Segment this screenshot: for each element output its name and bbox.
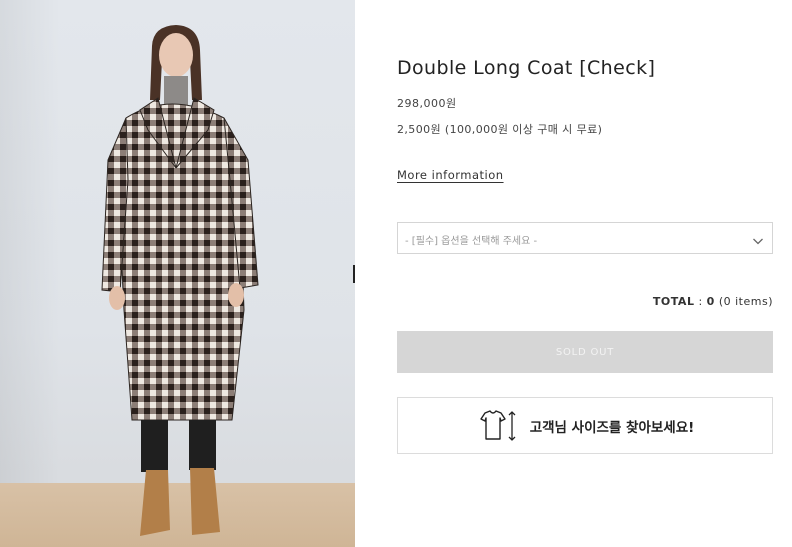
scroll-indicator (353, 265, 355, 283)
total-separator: : (698, 295, 703, 308)
sold-out-button[interactable]: SOLD OUT (397, 331, 773, 373)
total-items: (0 items) (718, 295, 773, 308)
product-price: 298,000원 (397, 97, 457, 110)
option-select[interactable]: - [필수] 옵션을 선택해 주세요 - (397, 222, 773, 254)
model-illustration (101, 25, 259, 536)
tshirt-size-icon (476, 409, 520, 443)
more-information-link[interactable]: More information (397, 168, 504, 182)
size-finder-label: 고객님 사이즈를 찾아보세요! (529, 419, 695, 436)
option-select-placeholder: - [필수] 옵션을 선택해 주세요 - (405, 236, 538, 247)
order-total: TOTAL : 0 (0 items) (653, 295, 773, 308)
total-amount: 0 (706, 295, 715, 308)
size-finder-button[interactable]: 고객님 사이즈를 찾아보세요! (397, 397, 773, 454)
shipping-fee: 2,500원 (100,000원 이상 구매 시 무료) (397, 123, 603, 136)
product-photo (0, 0, 355, 547)
chevron-down-icon (752, 232, 764, 251)
total-label: TOTAL (652, 295, 695, 308)
product-title: Double Long Coat [Check] (397, 57, 656, 79)
